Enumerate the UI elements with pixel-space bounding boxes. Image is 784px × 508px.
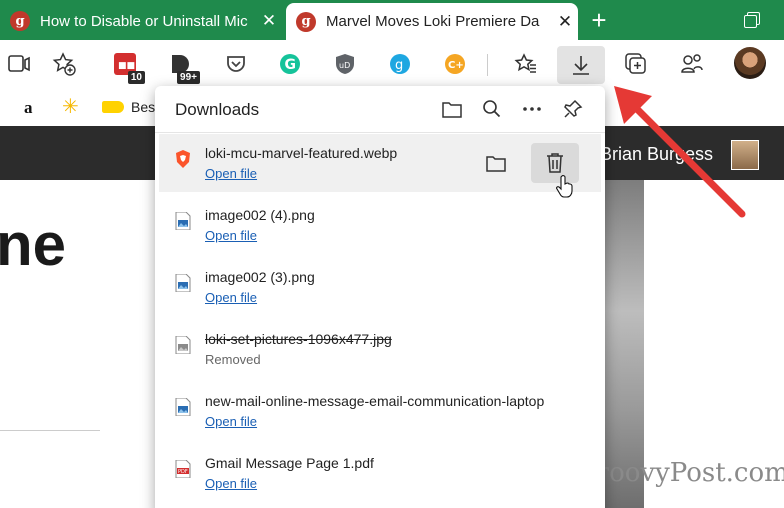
- svg-text:PDF: PDF: [178, 469, 188, 475]
- extension-d-icon[interactable]: 99+: [168, 52, 200, 84]
- open-file-link[interactable]: Open file: [205, 414, 257, 429]
- tag-bookmark-icon[interactable]: [102, 101, 124, 113]
- hand-cursor-icon: [556, 175, 573, 198]
- svg-text:g: g: [395, 58, 403, 73]
- download-item[interactable]: loki-mcu-marvel-featured.webp Open file: [159, 134, 601, 198]
- groovypost-favicon-icon: g: [296, 11, 316, 32]
- image-file-icon: [175, 274, 191, 292]
- bookmark-label[interactable]: Bes: [131, 99, 155, 115]
- image-file-icon: [175, 336, 191, 354]
- more-options-icon[interactable]: [519, 96, 545, 122]
- tab-title: How to Disable or Uninstall Mic: [40, 12, 248, 30]
- extension-g-icon[interactable]: g: [388, 52, 412, 76]
- open-file-link[interactable]: Open file: [205, 166, 257, 181]
- svg-text:G: G: [285, 57, 297, 73]
- download-file-name: Gmail Message Page 1.pdf: [205, 455, 374, 471]
- download-item[interactable]: loki-set-pictures-1096x477.jpg Removed: [155, 320, 605, 378]
- show-in-folder-button[interactable]: [472, 143, 520, 183]
- search-icon[interactable]: [479, 96, 505, 122]
- download-file-name: loki-set-pictures-1096x477.jpg: [205, 331, 392, 347]
- extension-red-icon[interactable]: ■■ 10: [113, 52, 145, 84]
- svg-text:■■: ■■: [118, 61, 135, 71]
- favorites-icon[interactable]: [514, 52, 538, 76]
- new-tab-button[interactable]: +: [584, 6, 614, 36]
- collections-icon[interactable]: [624, 52, 648, 76]
- svg-text:uD: uD: [339, 61, 350, 70]
- extensions-icon[interactable]: [680, 52, 704, 76]
- close-tab-icon[interactable]: ✕: [552, 12, 578, 32]
- download-item[interactable]: PDF Gmail Message Page 1.pdf Open file: [155, 444, 605, 502]
- ublock-icon[interactable]: uD: [333, 52, 357, 76]
- add-favorite-icon[interactable]: [52, 52, 76, 76]
- download-file-name: image002 (4).png: [205, 207, 315, 223]
- coupon-extension-icon[interactable]: C+: [443, 52, 467, 76]
- brave-icon: [176, 150, 190, 168]
- open-file-link[interactable]: Open file: [205, 290, 257, 305]
- tab-marvel-loki[interactable]: g Marvel Moves Loki Premiere Da ✕: [286, 3, 578, 40]
- svg-text:C+: C+: [448, 60, 464, 71]
- download-status: Removed: [205, 352, 261, 367]
- restore-window-icon[interactable]: [742, 10, 762, 30]
- headline-fragment: ne: [0, 211, 67, 278]
- pin-icon[interactable]: [560, 96, 586, 122]
- annotation-arrow: [614, 86, 746, 218]
- download-file-name: image002 (3).png: [205, 269, 315, 285]
- content-divider: [0, 430, 100, 431]
- read-aloud-icon[interactable]: [8, 52, 32, 76]
- extension-badge: 99+: [177, 71, 200, 84]
- walmart-bookmark-icon[interactable]: ✳: [62, 97, 79, 117]
- profile-avatar[interactable]: [734, 47, 766, 79]
- pocket-icon[interactable]: [224, 52, 248, 76]
- download-file-name: loki-mcu-marvel-featured.webp: [205, 145, 398, 161]
- download-file-name: new-mail-online-message-email-communicat…: [205, 393, 545, 409]
- open-file-link[interactable]: Open file: [205, 476, 257, 491]
- download-item[interactable]: new-mail-online-message-email-communicat…: [155, 382, 605, 440]
- toolbar-separator: [487, 54, 488, 76]
- image-file-icon: [175, 212, 191, 230]
- tab-title: Marvel Moves Loki Premiere Da: [326, 13, 540, 30]
- tab-disable-uninstall[interactable]: g How to Disable or Uninstall Mic ✕: [0, 2, 282, 40]
- download-item[interactable]: image002 (4).png Open file: [155, 196, 605, 254]
- open-file-link[interactable]: Open file: [205, 228, 257, 243]
- groovypost-watermark: groovyPost.com: [580, 458, 784, 488]
- image-file-icon: [175, 398, 191, 416]
- downloads-title: Downloads: [175, 100, 260, 119]
- groovypost-favicon-icon: g: [10, 11, 30, 31]
- pdf-file-icon: PDF: [175, 460, 191, 478]
- grammarly-icon[interactable]: G: [278, 52, 302, 76]
- download-item[interactable]: image002 (3).png Open file: [155, 258, 605, 316]
- close-tab-icon[interactable]: ✕: [256, 11, 282, 31]
- downloads-button[interactable]: [557, 46, 605, 84]
- downloads-flyout: Downloads loki-mcu-marvel-featured.webp …: [155, 86, 605, 508]
- amazon-bookmark-icon[interactable]: a: [24, 98, 33, 118]
- open-downloads-folder-icon[interactable]: [439, 96, 465, 122]
- flyout-divider: [155, 132, 605, 133]
- tab-strip: g How to Disable or Uninstall Mic ✕ g Ma…: [0, 0, 784, 40]
- extension-badge: 10: [127, 71, 145, 84]
